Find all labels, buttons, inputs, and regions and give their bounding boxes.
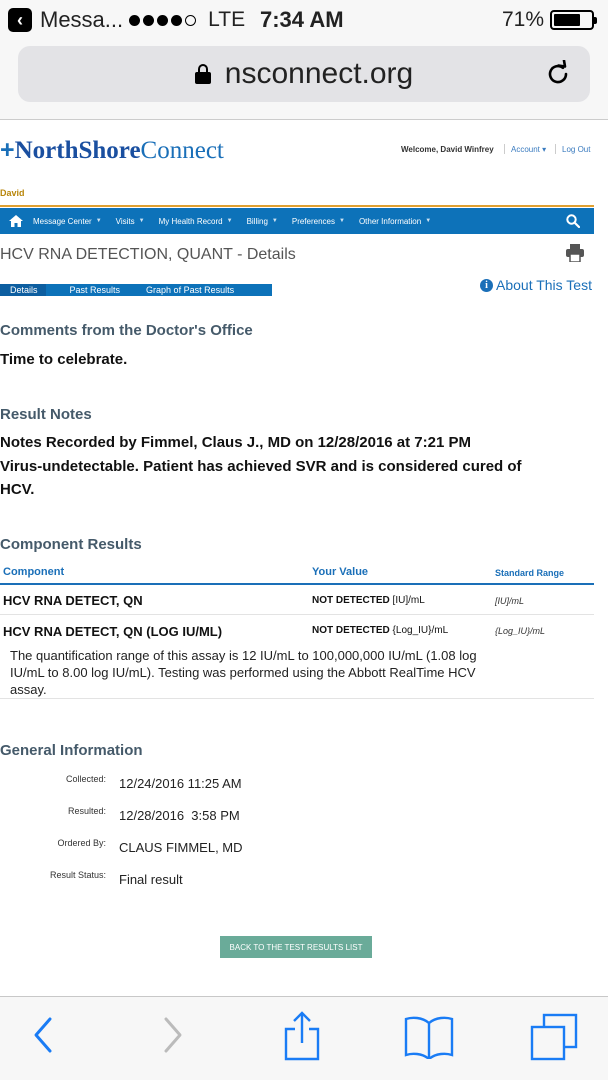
- search-icon[interactable]: [566, 214, 580, 228]
- component-results-heading: Component Results: [0, 536, 142, 553]
- result-note-line: HCV.: [0, 481, 35, 498]
- address-bar[interactable]: nsconnect.org: [18, 46, 590, 102]
- lock-icon: [194, 64, 211, 84]
- header-divider: [504, 144, 505, 154]
- page-title: HCV RNA DETECTION, QUANT - Details: [0, 246, 296, 263]
- accent-divider: [0, 205, 594, 207]
- logout-link[interactable]: Log Out: [562, 145, 590, 154]
- result-status-label: Result Status:: [49, 870, 106, 880]
- main-nav: Message Center ▼ Visits ▼ My Health Record…: [0, 208, 594, 234]
- doctor-comment: Time to celebrate.: [0, 351, 128, 368]
- collected-value: 12/24/2016 11:25 AM: [119, 776, 242, 791]
- carrier-label: LTE: [208, 8, 246, 31]
- nav-other-information[interactable]: Other Information ▼: [359, 217, 431, 226]
- col-component: Component: [3, 566, 65, 578]
- status-bar: ‹ Messa... LTE 7:34 AM 71%: [0, 0, 608, 40]
- component-range: [IU]/mL: [495, 596, 525, 606]
- result-note-line: Virus-undetectable. Patient has achieved…: [0, 458, 522, 475]
- result-status-value: Final result: [119, 872, 183, 887]
- back-app-label: Messa...: [40, 7, 124, 32]
- browser-chrome: nsconnect.org: [0, 40, 608, 120]
- back-to-app[interactable]: ‹ Messa...: [8, 7, 123, 33]
- reload-icon[interactable]: [544, 60, 572, 88]
- about-this-test-link[interactable]: i About This Test: [480, 277, 592, 293]
- component-value: NOT DETECTED {Log_IU}/mL: [312, 625, 449, 636]
- nav-my-health-record[interactable]: My Health Record ▼: [159, 217, 233, 226]
- component-range: {Log_IU}/mL: [495, 626, 546, 636]
- print-icon[interactable]: [565, 244, 585, 262]
- battery-percent: 71%: [501, 8, 544, 31]
- resulted-value: 12/28/2016 3:58 PM: [119, 808, 240, 823]
- back-icon[interactable]: [30, 1015, 54, 1055]
- component-value: NOT DETECTED [IU]/mL: [312, 595, 425, 606]
- info-icon: i: [480, 278, 493, 292]
- table-row: HCV RNA DETECT, QN (LOG IU/ML) NOT DETEC…: [0, 615, 594, 699]
- back-arrow-icon: ‹: [8, 8, 32, 32]
- comments-heading: Comments from the Doctor's Office: [0, 322, 253, 339]
- ordered-by-value: CLAUS FIMMEL, MD: [119, 840, 243, 855]
- bookmarks-icon[interactable]: [404, 1015, 454, 1059]
- col-your-value: Your Value: [312, 566, 369, 578]
- component-note: The quantification range of this assay i…: [10, 648, 477, 697]
- tab-graph-of-past-results[interactable]: Graph of Past Results: [136, 284, 242, 296]
- component-table-header: Component Your Value Standard Range: [0, 565, 594, 585]
- share-icon[interactable]: [282, 1011, 322, 1061]
- result-note-line: Notes Recorded by Fimmel, Claus J., MD o…: [0, 434, 471, 451]
- northshore-logo[interactable]: +NorthShoreConnect: [0, 136, 224, 165]
- collected-label: Collected:: [65, 774, 106, 784]
- welcome-text: Welcome, David Winfrey: [401, 145, 494, 154]
- nav-visits[interactable]: Visits ▼: [116, 217, 145, 226]
- header-divider: [555, 144, 556, 154]
- url-text: nsconnect.org: [224, 57, 414, 90]
- component-name: HCV RNA DETECT, QN: [3, 593, 143, 608]
- component-name: HCV RNA DETECT, QN (LOG IU/ML): [3, 624, 223, 639]
- forward-icon[interactable]: [162, 1015, 186, 1055]
- browser-toolbar: [0, 996, 608, 1080]
- nav-billing[interactable]: Billing ▼: [247, 217, 278, 226]
- user-tab[interactable]: David: [0, 188, 25, 198]
- tabs-icon[interactable]: [530, 1013, 578, 1061]
- resulted-label: Resulted:: [67, 806, 106, 816]
- nav-message-center[interactable]: Message Center ▼: [33, 217, 102, 226]
- nav-preferences[interactable]: Preferences ▼: [292, 217, 345, 226]
- home-icon[interactable]: [9, 215, 23, 227]
- general-information-heading: General Information: [0, 742, 143, 759]
- clock: 7:34 AM: [260, 7, 344, 32]
- battery-icon: [550, 10, 597, 30]
- signal-strength-icon: [129, 14, 197, 26]
- result-notes-heading: Result Notes: [0, 406, 92, 423]
- col-standard-range: Standard Range: [495, 568, 565, 578]
- back-to-results-button[interactable]: BACK TO THE TEST RESULTS LIST: [220, 936, 372, 958]
- account-menu[interactable]: Account ▾: [511, 145, 546, 154]
- tab-details[interactable]: Details: [0, 284, 46, 296]
- ordered-by-label: Ordered By:: [57, 838, 106, 848]
- tab-past-results[interactable]: Past Results: [60, 284, 129, 296]
- detail-tabs: Details Past Results Graph of Past Resul…: [0, 284, 272, 296]
- table-row: HCV RNA DETECT, QN NOT DETECTED [IU]/mL …: [0, 586, 594, 615]
